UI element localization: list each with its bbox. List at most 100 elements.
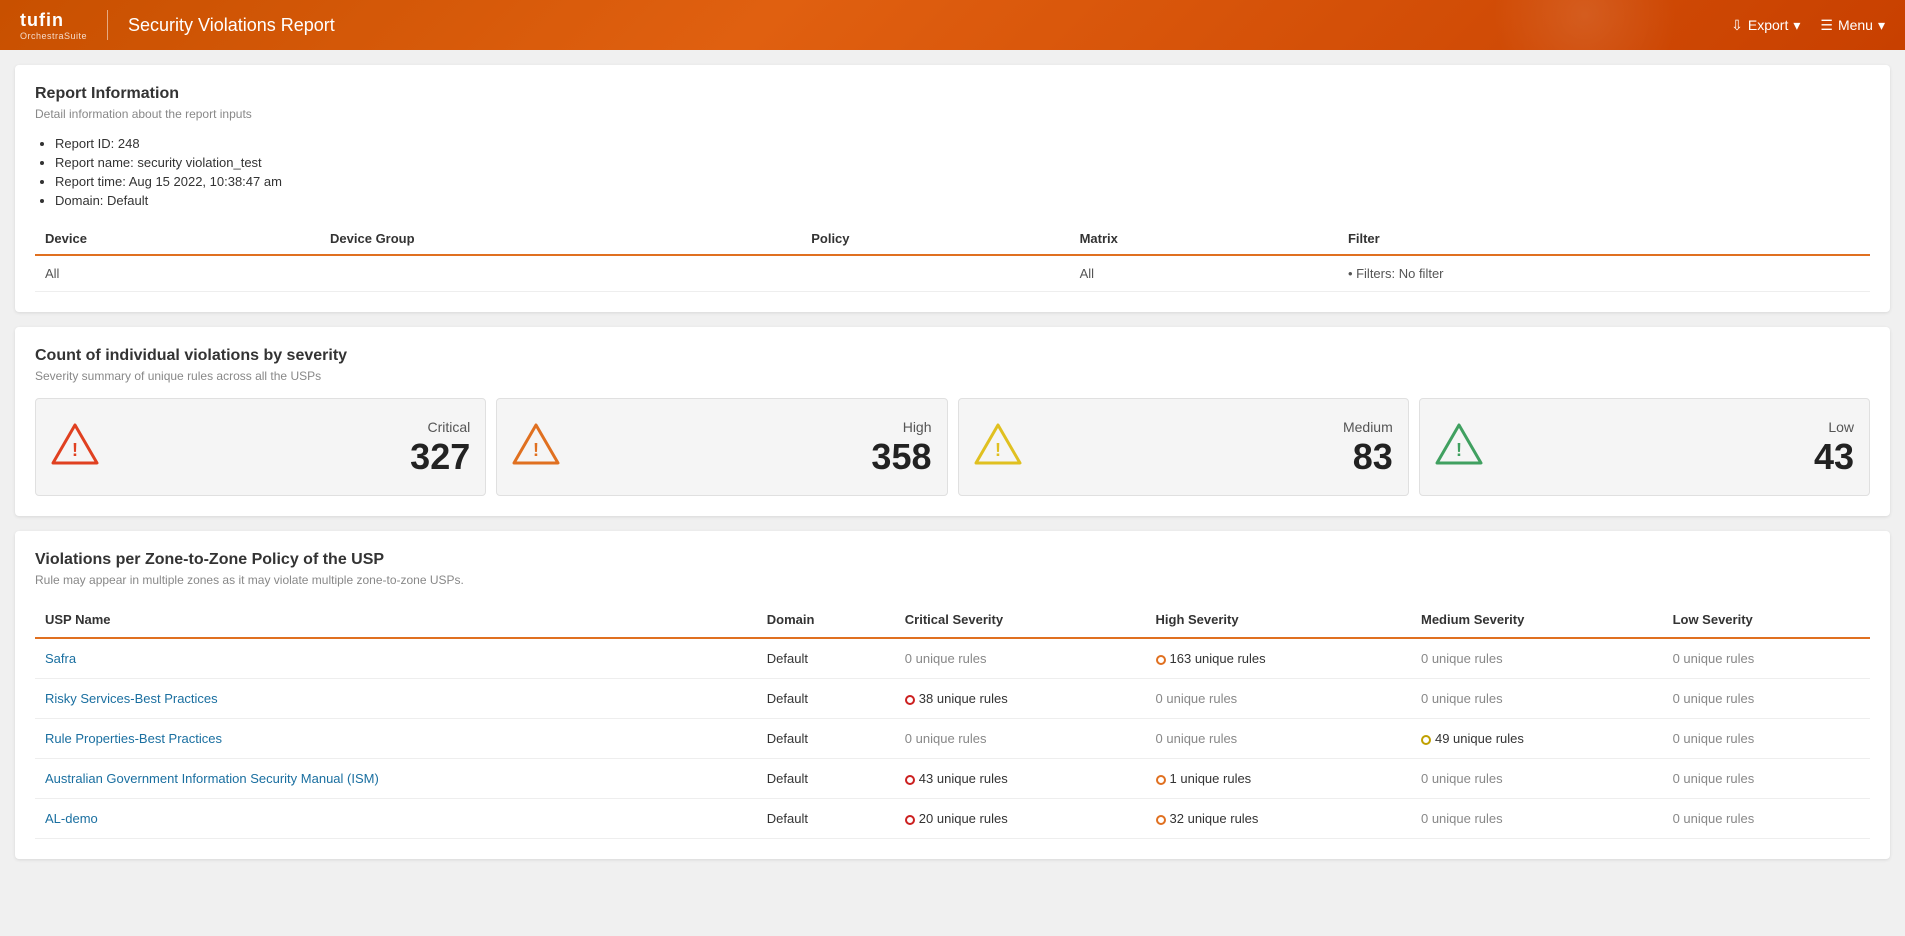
cell-severity: 32 unique rules [1146,799,1411,839]
svg-text:!: ! [533,440,539,460]
list-item: Report name: security violation_test [55,155,1870,170]
severity-dot-icon [905,815,915,825]
cell-severity: 0 unique rules [1146,679,1411,719]
medium-info: Medium 83 [1037,419,1393,475]
low-icon: ! [1435,423,1483,471]
menu-button[interactable]: ☰ Menu ▾ [1820,17,1885,34]
report-info-title: Report Information [35,85,1870,103]
export-label: Export [1748,17,1788,33]
cell-usp-name[interactable]: AL-demo [35,799,757,839]
high-count: 358 [871,439,931,475]
col-low-severity: Low Severity [1663,602,1870,638]
severity-medium: ! Medium 83 [958,398,1409,496]
severity-critical: ! Critical 327 [35,398,486,496]
header-divider [107,10,108,40]
severity-dot-icon [1156,775,1166,785]
medium-label: Medium [1343,419,1393,435]
header-actions: ⇩ Export ▾ ☰ Menu ▾ [1731,17,1885,34]
list-item: Report time: Aug 15 2022, 10:38:47 am [55,174,1870,189]
severity-subtitle: Severity summary of unique rules across … [35,369,1870,383]
logo: tufin OrchestraSuite [20,10,87,41]
list-item: Report ID: 248 [55,136,1870,151]
export-chevron-icon: ▾ [1793,17,1800,34]
report-info-subtitle: Detail information about the report inpu… [35,107,1870,121]
cell-device: All [35,255,320,292]
high-info: High 358 [575,419,931,475]
export-button[interactable]: ⇩ Export ▾ [1731,17,1800,34]
download-icon: ⇩ [1731,17,1743,34]
cell-usp-name[interactable]: Safra [35,638,757,679]
cell-severity: 20 unique rules [895,799,1146,839]
cell-usp-name[interactable]: Australian Government Information Securi… [35,759,757,799]
cell-device-group [320,255,801,292]
cell-severity: 49 unique rules [1411,719,1663,759]
cell-severity: 38 unique rules [895,679,1146,719]
svg-text:!: ! [72,440,78,460]
cell-severity: 0 unique rules [1663,679,1870,719]
cell-domain: Default [757,638,895,679]
cell-filter: • Filters: No filter [1338,255,1870,292]
cell-domain: Default [757,799,895,839]
cell-severity: 163 unique rules [1146,638,1411,679]
violations-table: USP Name Domain Critical Severity High S… [35,602,1870,839]
cell-severity: 0 unique rules [1411,679,1663,719]
table-row: AL-demoDefault20 unique rules32 unique r… [35,799,1870,839]
critical-icon: ! [51,423,99,471]
medium-icon: ! [974,423,1022,471]
report-table: Device Device Group Policy Matrix Filter… [35,223,1870,292]
cell-severity: 1 unique rules [1146,759,1411,799]
low-info: Low 43 [1498,419,1854,475]
page-title: Security Violations Report [128,15,1731,36]
header: tufin OrchestraSuite Security Violations… [0,0,1905,50]
main-content: Report Information Detail information ab… [0,50,1905,874]
cell-severity: 43 unique rules [895,759,1146,799]
menu-icon: ☰ [1820,17,1833,34]
severity-dot-icon [1156,655,1166,665]
cell-severity: 0 unique rules [1411,638,1663,679]
cell-usp-name[interactable]: Risky Services-Best Practices [35,679,757,719]
col-high-severity: High Severity [1146,602,1411,638]
table-row: SafraDefault0 unique rules163 unique rul… [35,638,1870,679]
violations-title: Violations per Zone-to-Zone Policy of th… [35,551,1870,569]
severity-card: Count of individual violations by severi… [15,327,1890,516]
low-label: Low [1828,419,1854,435]
col-medium-severity: Medium Severity [1411,602,1663,638]
cell-domain: Default [757,679,895,719]
cell-policy [801,255,1069,292]
col-usp-name: USP Name [35,602,757,638]
critical-info: Critical 327 [114,419,470,475]
col-policy: Policy [801,223,1069,255]
table-row: Australian Government Information Securi… [35,759,1870,799]
high-icon: ! [512,423,560,471]
menu-label: Menu [1838,17,1873,33]
severity-high: ! High 358 [496,398,947,496]
list-item: Domain: Default [55,193,1870,208]
svg-text:!: ! [1456,440,1462,460]
cell-severity: 0 unique rules [1663,638,1870,679]
cell-domain: Default [757,759,895,799]
critical-label: Critical [427,419,470,435]
severity-title: Count of individual violations by severi… [35,347,1870,365]
severity-dot-icon [1156,815,1166,825]
severity-dot-icon [1421,735,1431,745]
cell-severity: 0 unique rules [1663,799,1870,839]
logo-main: tufin [20,10,87,31]
table-row: All All • Filters: No filter [35,255,1870,292]
cell-severity: 0 unique rules [1411,799,1663,839]
col-device-group: Device Group [320,223,801,255]
violations-card: Violations per Zone-to-Zone Policy of th… [15,531,1890,859]
severity-dot-icon [905,695,915,705]
high-label: High [903,419,932,435]
cell-severity: 0 unique rules [1663,759,1870,799]
cell-domain: Default [757,719,895,759]
severity-grid: ! Critical 327 ! High 358 [35,398,1870,496]
col-matrix: Matrix [1070,223,1338,255]
cell-usp-name[interactable]: Rule Properties-Best Practices [35,719,757,759]
violations-subtitle: Rule may appear in multiple zones as it … [35,573,1870,587]
col-filter: Filter [1338,223,1870,255]
cell-severity: 0 unique rules [1411,759,1663,799]
severity-dot-icon [905,775,915,785]
cell-severity: 0 unique rules [895,638,1146,679]
col-device: Device [35,223,320,255]
critical-count: 327 [410,439,470,475]
